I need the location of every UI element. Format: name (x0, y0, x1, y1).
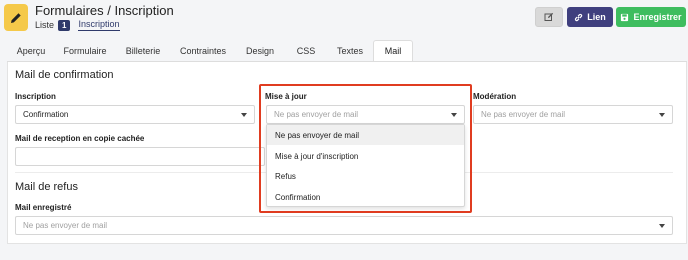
tab-css[interactable]: CSS (285, 40, 327, 61)
link-button-label: Lien (587, 12, 606, 22)
edit-button[interactable] (535, 7, 563, 27)
registered-mail-label: Mail enregistré (15, 203, 72, 212)
save-button[interactable]: Enregistrer (616, 7, 686, 27)
tab-bar: Aperçu Formulaire Billeterie Contraintes… (7, 40, 413, 61)
inscription-select[interactable]: Confirmation (15, 105, 255, 124)
highlight-frame (259, 84, 472, 213)
bcc-input[interactable] (15, 147, 265, 166)
refusal-heading: Mail de refus (15, 181, 78, 193)
tab-mail[interactable]: Mail (373, 40, 413, 61)
tab-billeterie[interactable]: Billeterie (115, 40, 171, 61)
moderation-select-placeholder: Ne pas envoyer de mail (481, 110, 566, 119)
list-count-badge: 1 (58, 19, 71, 31)
tab-apercu[interactable]: Aperçu (7, 40, 55, 61)
caret-down-icon (659, 224, 665, 228)
breadcrumb-list-link[interactable]: Liste (35, 20, 54, 30)
save-button-label: Enregistrer (633, 12, 682, 22)
page-title: Formulaires / Inscription (35, 3, 174, 18)
caret-down-icon (659, 113, 665, 117)
tab-contraintes[interactable]: Contraintes (171, 40, 235, 61)
bcc-label: Mail de reception en copie cachée (15, 134, 145, 143)
breadcrumb: Liste 1 Inscription (35, 19, 120, 31)
tab-formulaire[interactable]: Formulaire (55, 40, 115, 61)
edit-icon (544, 12, 554, 21)
page-header: Formulaires / Inscription Liste 1 Inscri… (0, 0, 688, 36)
inscription-label: Inscription (15, 92, 56, 101)
breadcrumb-current[interactable]: Inscription (78, 19, 120, 31)
tab-textes[interactable]: Textes (327, 40, 373, 61)
inscription-select-value: Confirmation (23, 110, 69, 119)
moderation-label: Modération (473, 92, 517, 101)
moderation-select[interactable]: Ne pas envoyer de mail (473, 105, 673, 124)
save-icon (621, 13, 629, 21)
registered-mail-placeholder: Ne pas envoyer de mail (23, 221, 108, 230)
pencil-icon (4, 4, 28, 31)
tab-design[interactable]: Design (235, 40, 285, 61)
confirmation-heading: Mail de confirmation (15, 69, 114, 81)
link-button[interactable]: Lien (567, 7, 613, 27)
registered-mail-select[interactable]: Ne pas envoyer de mail (15, 216, 673, 235)
link-icon (575, 13, 583, 21)
caret-down-icon (241, 113, 247, 117)
